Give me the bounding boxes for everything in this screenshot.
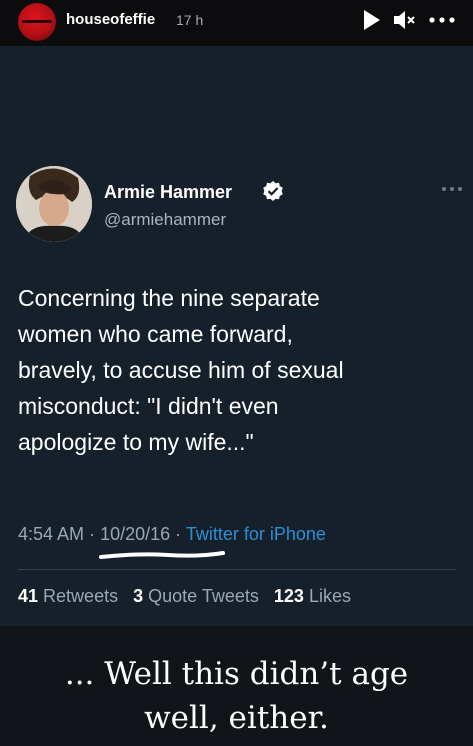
tweet-card: Armie Hammer @armiehammer Concerning the… xyxy=(0,46,473,626)
retweets-stat[interactable]: 41 Retweets xyxy=(18,586,118,606)
play-icon[interactable] xyxy=(364,10,380,30)
tweet-source-link[interactable]: Twitter for iPhone xyxy=(186,524,326,544)
tweet-stats: 41 Retweets 3 Quote Tweets 123 Likes xyxy=(18,586,351,607)
handwritten-underline xyxy=(99,551,225,559)
more-icon[interactable] xyxy=(426,9,458,31)
story-caption: ... Well this didn’t age well, either. xyxy=(64,656,409,736)
user-handle[interactable]: @armiehammer xyxy=(104,210,226,230)
quote-tweets-stat[interactable]: 3 Quote Tweets xyxy=(133,586,259,606)
story-avatar[interactable] xyxy=(18,3,56,41)
divider xyxy=(18,569,456,570)
tweet-time[interactable]: 4:54 AM xyxy=(18,524,84,544)
tweet-date[interactable]: 10/20/16 xyxy=(100,524,170,544)
verified-badge-icon xyxy=(263,181,283,201)
likes-stat[interactable]: 123 Likes xyxy=(274,586,351,606)
story-header: houseofeffie 17 h xyxy=(0,0,473,46)
mute-icon[interactable] xyxy=(392,9,416,31)
story-time: 17 h xyxy=(176,12,204,28)
tweet-more-icon[interactable] xyxy=(440,184,464,194)
tweet-meta: 4:54 AM · 10/20/16 · Twitter for iPhone xyxy=(18,524,326,544)
story-username[interactable]: houseofeffie xyxy=(66,11,155,28)
tweet-text: Concerning the nine separate women who c… xyxy=(18,285,344,455)
profile-avatar[interactable] xyxy=(16,166,92,242)
display-name[interactable]: Armie Hammer xyxy=(104,182,232,203)
